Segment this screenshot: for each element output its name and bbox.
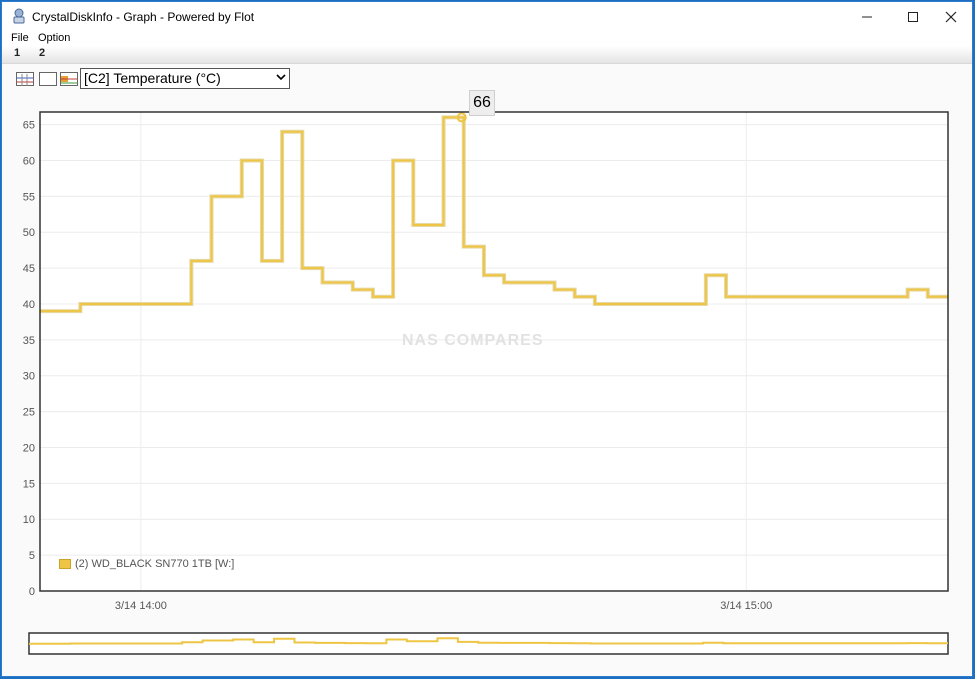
x-tick-label: 3/14 14:00: [115, 600, 167, 612]
y-tick-label: 40: [23, 299, 35, 311]
y-tick-label: 65: [23, 120, 35, 132]
y-tick-label: 25: [23, 407, 35, 419]
y-tick-label: 60: [23, 155, 35, 167]
x-tick-label: 3/14 15:00: [720, 600, 772, 612]
y-tick-label: 50: [23, 227, 35, 239]
y-tick-label: 0: [29, 586, 35, 598]
y-tick-label: 55: [23, 191, 35, 203]
y-tick-label: 45: [23, 263, 35, 275]
y-tick-label: 10: [23, 514, 35, 526]
watermark-text: NAS COMPARES: [402, 332, 544, 349]
graph-window: CrystalDiskInfo - Graph - Powered by Flo…: [1, 1, 973, 677]
y-tick-label: 20: [23, 442, 35, 454]
y-tick-label: 35: [23, 335, 35, 347]
y-tick-label: 5: [29, 550, 35, 562]
chart-legend: (2) WD_BLACK SN770 1TB [W:]: [59, 558, 234, 570]
value-tooltip: 66: [469, 90, 495, 116]
y-tick-label: 30: [23, 371, 35, 383]
legend-swatch: [59, 559, 71, 569]
y-tick-label: 15: [23, 478, 35, 490]
legend-label: (2) WD_BLACK SN770 1TB [W:]: [75, 558, 235, 570]
